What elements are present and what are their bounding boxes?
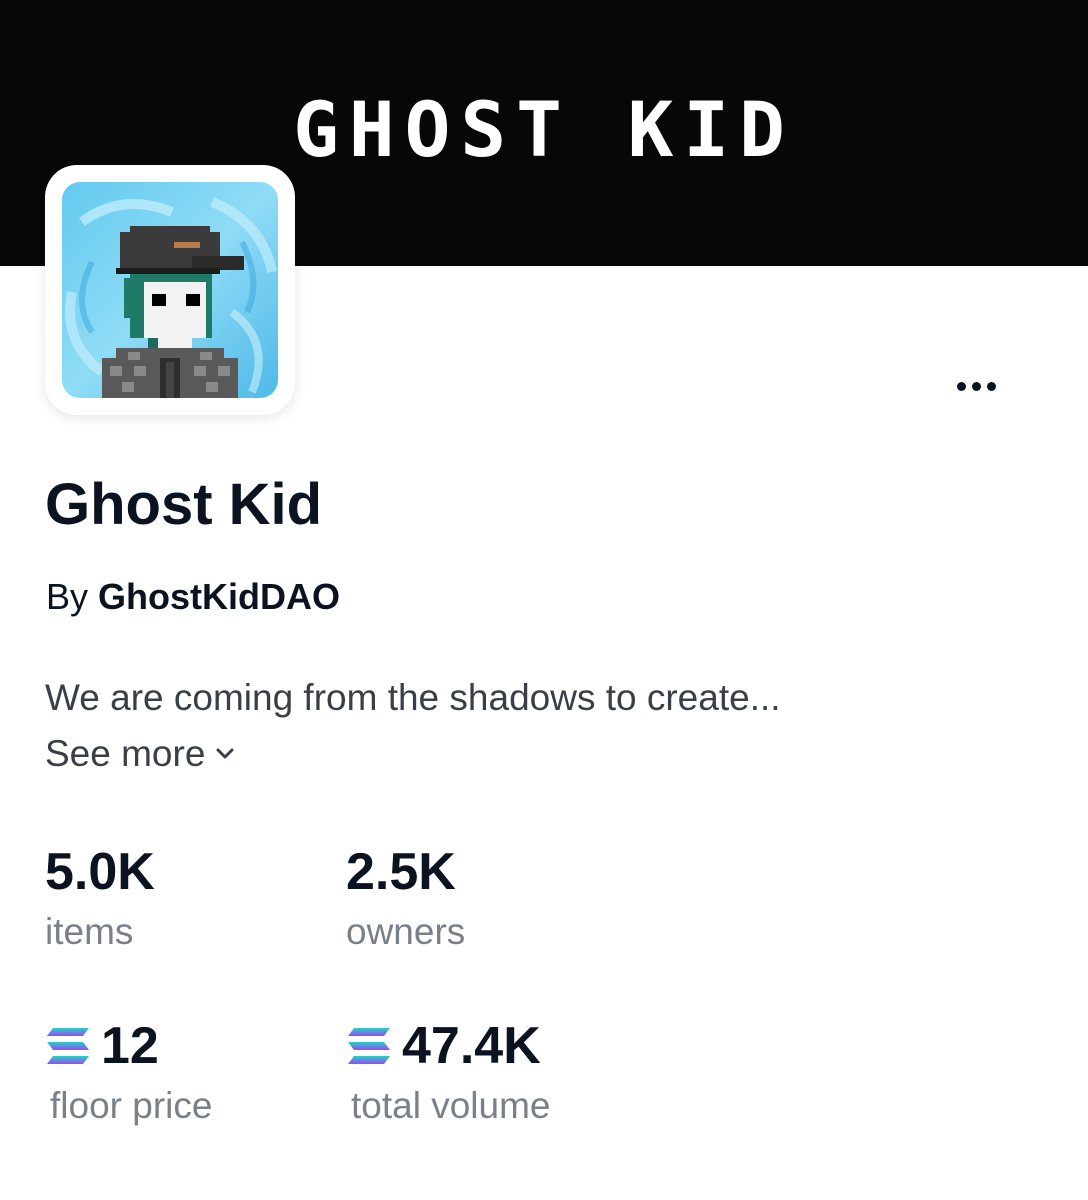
collection-title: Ghost Kid bbox=[45, 472, 323, 537]
creator-line: By GhostKidDAO bbox=[46, 576, 340, 618]
avatar-image bbox=[62, 182, 278, 398]
solana-icon bbox=[47, 1028, 89, 1064]
more-dot bbox=[986, 381, 996, 391]
stat-items: 5.0K items bbox=[45, 842, 155, 954]
stat-floor-price-label: floor price bbox=[50, 1085, 213, 1126]
stat-total-volume-row: 47.4K bbox=[346, 1016, 551, 1076]
stat-total-volume-value: 47.4K bbox=[402, 1017, 541, 1075]
banner-title: GHOST KID bbox=[293, 85, 795, 174]
stat-owners: 2.5K owners bbox=[346, 842, 465, 954]
stat-floor-price: 12 floor price bbox=[45, 1016, 212, 1128]
stat-owners-value: 2.5K bbox=[346, 843, 456, 901]
more-dot bbox=[971, 381, 981, 391]
collection-description: We are coming from the shadows to create… bbox=[45, 677, 781, 718]
more-horizontal-icon bbox=[956, 381, 966, 391]
stat-floor-price-value: 12 bbox=[101, 1017, 159, 1075]
stat-floor-price-row: 12 bbox=[45, 1016, 212, 1076]
see-more-label: See more bbox=[45, 733, 206, 774]
see-more-button[interactable]: See more bbox=[45, 732, 235, 776]
chevron-down-icon bbox=[216, 748, 234, 759]
stat-total-volume-label: total volume bbox=[351, 1085, 551, 1126]
stat-items-value: 5.0K bbox=[45, 843, 155, 901]
stat-owners-label: owners bbox=[346, 911, 466, 952]
stat-total-volume: 47.4K total volume bbox=[346, 1016, 551, 1128]
more-options-button[interactable] bbox=[946, 368, 1006, 404]
stat-items-label: items bbox=[45, 911, 134, 952]
solana-icon bbox=[348, 1028, 390, 1064]
creator-link[interactable]: GhostKidDAO bbox=[98, 576, 340, 617]
by-label: By bbox=[46, 576, 89, 617]
collection-avatar[interactable] bbox=[45, 165, 295, 415]
